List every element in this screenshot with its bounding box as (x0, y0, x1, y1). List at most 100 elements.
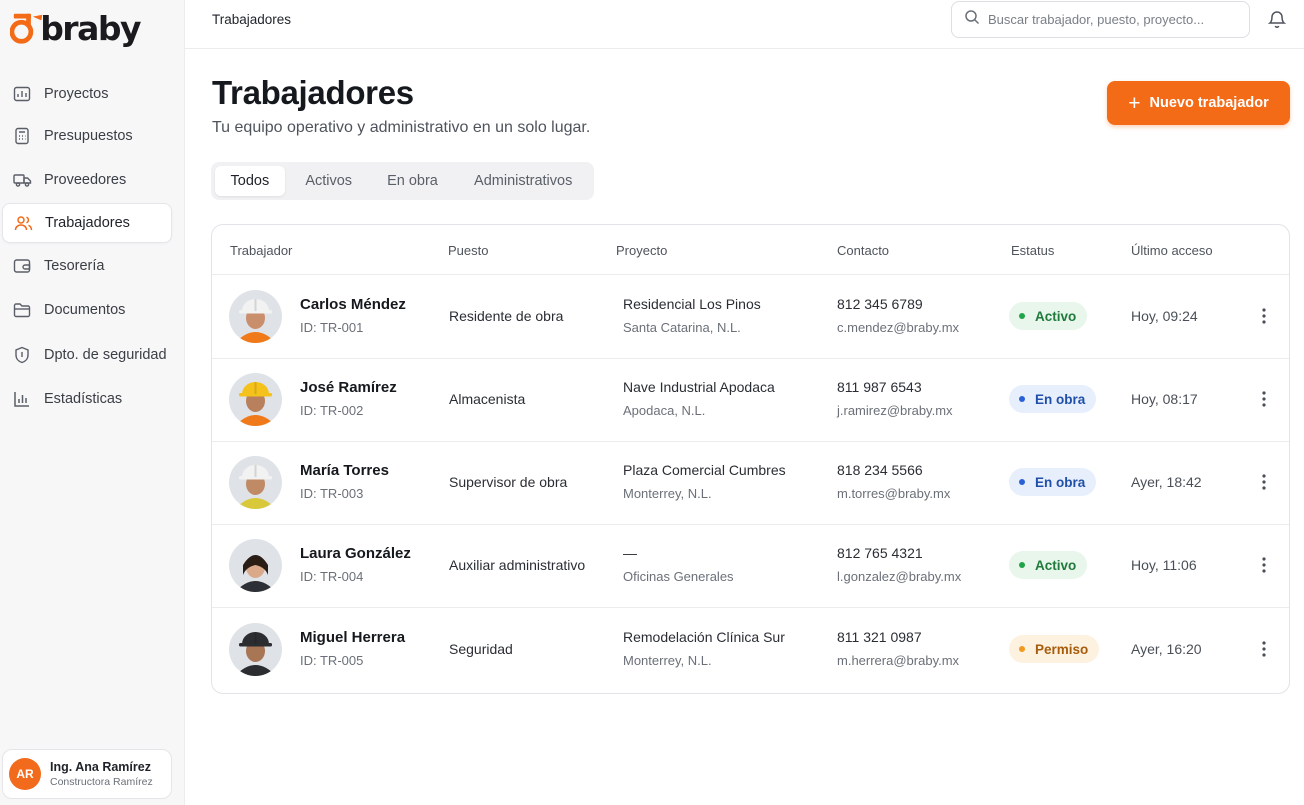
sidebar-item-proyectos[interactable]: Proyectos (2, 74, 172, 114)
worker-email: m.herrera@braby.mx (837, 653, 960, 668)
sidebar-item-tesoreria[interactable]: Tesorería (2, 246, 172, 286)
worker-last-access: Hoy, 11:06 (1131, 557, 1197, 573)
worker-email: l.gonzalez@braby.mx (837, 569, 962, 584)
status-label: Permiso (1035, 641, 1089, 657)
tab-activos[interactable]: Activos (285, 166, 373, 196)
plus-icon: + (1128, 91, 1141, 115)
sidebar-item-seguridad[interactable]: Dpto. de seguridad (2, 335, 172, 375)
search-input[interactable] (988, 12, 1238, 27)
worker-name[interactable]: Carlos Méndez (300, 296, 406, 313)
sidebar-item-proveedores[interactable]: Proveedores (2, 160, 172, 200)
more-options-icon[interactable] (1255, 305, 1273, 327)
worker-position: Almacenista (449, 391, 526, 407)
table-row[interactable]: María Torres ID: TR-003 Supervisor de ob… (212, 441, 1289, 525)
search-box[interactable] (951, 1, 1250, 38)
workers-table: Trabajador Puesto Proyecto Contacto Esta… (211, 224, 1290, 694)
user-profile-card[interactable]: AR Ing. Ana Ramírez Constructora Ramírez (2, 749, 172, 799)
column-header-puesto: Puesto (448, 243, 489, 258)
avatar: AR (9, 758, 41, 790)
page-title: Trabajadores (212, 74, 414, 111)
search-icon (964, 9, 980, 30)
tab-en-obra[interactable]: En obra (373, 166, 453, 196)
worker-name[interactable]: Miguel Herrera (300, 629, 405, 646)
worker-photo (229, 539, 282, 592)
column-header-trabajador: Trabajador (230, 243, 293, 258)
status-badge: Activo (1009, 302, 1088, 330)
folder-icon (12, 300, 32, 320)
tab-administrativos[interactable]: Administrativos (452, 166, 594, 196)
status-badge: En obra (1009, 385, 1097, 413)
top-bar: Trabajadores (185, 0, 1304, 49)
sidebar-item-label: Proyectos (44, 86, 109, 102)
status-dot-icon (1019, 562, 1025, 568)
column-header-contacto: Contacto (837, 243, 890, 258)
sidebar-item-label: Proveedores (44, 172, 127, 188)
brand-name: braby (40, 8, 141, 48)
worker-position: Seguridad (449, 641, 513, 657)
sidebar-item-documentos[interactable]: Documentos (2, 290, 172, 330)
worker-id: ID: TR-004 (300, 569, 364, 584)
worker-phone: 818 234 5566 (837, 462, 923, 478)
status-label: Activo (1035, 308, 1077, 324)
braby-logo[interactable]: braby (10, 8, 141, 48)
worker-phone: 812 345 6789 (837, 296, 923, 312)
users-icon (13, 213, 33, 233)
worker-project-location: Monterrey, N.L. (623, 653, 712, 668)
truck-icon (12, 170, 32, 190)
table-row[interactable]: Carlos Méndez ID: TR-001 Residente de ob… (212, 275, 1289, 359)
worker-last-access: Ayer, 18:42 (1131, 474, 1202, 490)
status-dot-icon (1019, 313, 1025, 319)
table-row[interactable]: Laura González ID: TR-004 Auxiliar admin… (212, 524, 1289, 608)
worker-project-location: Monterrey, N.L. (623, 486, 712, 501)
status-dot-icon (1019, 479, 1025, 485)
worker-name[interactable]: Laura González (300, 545, 411, 562)
worker-name[interactable]: José Ramírez (300, 379, 397, 396)
more-options-icon[interactable] (1255, 638, 1273, 660)
more-options-icon[interactable] (1255, 471, 1273, 493)
status-label: En obra (1035, 474, 1086, 490)
user-name: Ing. Ana Ramírez (50, 760, 151, 774)
column-header-ultimo-acceso: Último acceso (1131, 243, 1213, 258)
sidebar-item-presupuestos[interactable]: Presupuestos (2, 116, 172, 156)
sidebar-item-label: Presupuestos (44, 128, 133, 144)
worker-id: ID: TR-005 (300, 653, 364, 668)
worker-project-location: Apodaca, N.L. (623, 403, 706, 418)
worker-name[interactable]: María Torres (300, 462, 389, 479)
worker-id: ID: TR-001 (300, 320, 364, 335)
status-label: En obra (1035, 391, 1086, 407)
new-worker-button[interactable]: + Nuevo trabajador (1107, 81, 1290, 125)
tab-todos[interactable]: Todos (215, 166, 285, 196)
page-subtitle: Tu equipo operativo y administrativo en … (212, 119, 591, 136)
status-badge: En obra (1009, 468, 1097, 496)
more-options-icon[interactable] (1255, 554, 1273, 576)
sidebar-item-trabajadores[interactable]: Trabajadores (2, 203, 172, 243)
status-badge: Activo (1009, 551, 1088, 579)
sidebar-item-estadisticas[interactable]: Estadísticas (2, 379, 172, 419)
table-row[interactable]: Miguel Herrera ID: TR-005 Seguridad Remo… (212, 608, 1289, 692)
worker-position: Auxiliar administrativo (449, 557, 586, 573)
worker-position: Supervisor de obra (449, 474, 568, 490)
worker-phone: 811 987 6543 (837, 379, 922, 395)
breadcrumb: Trabajadores (212, 12, 292, 27)
worker-last-access: Hoy, 09:24 (1131, 308, 1198, 324)
worker-photo (229, 456, 282, 509)
worker-phone: 812 765 4321 (837, 545, 923, 561)
status-badge: Permiso (1009, 635, 1100, 663)
more-options-icon[interactable] (1255, 388, 1273, 410)
status-label: Activo (1035, 557, 1077, 573)
worker-phone: 811 321 0987 (837, 629, 922, 645)
worker-email: j.ramirez@braby.mx (837, 403, 953, 418)
worker-email: c.mendez@braby.mx (837, 320, 960, 335)
worker-project-location: Oficinas Generales (623, 569, 734, 584)
table-row[interactable]: José Ramírez ID: TR-002 Almacenista Nave… (212, 358, 1289, 442)
worker-project: Remodelación Clínica Sur (623, 629, 785, 645)
sidebar-item-label: Documentos (44, 302, 126, 318)
worker-id: ID: TR-003 (300, 486, 364, 501)
status-dot-icon (1019, 646, 1025, 652)
shield-icon (12, 345, 32, 365)
worker-project: Nave Industrial Apodaca (623, 379, 775, 395)
worker-project: — (623, 545, 637, 561)
bell-icon[interactable] (1267, 9, 1287, 29)
calculator-icon (12, 126, 32, 146)
worker-photo (229, 623, 282, 676)
